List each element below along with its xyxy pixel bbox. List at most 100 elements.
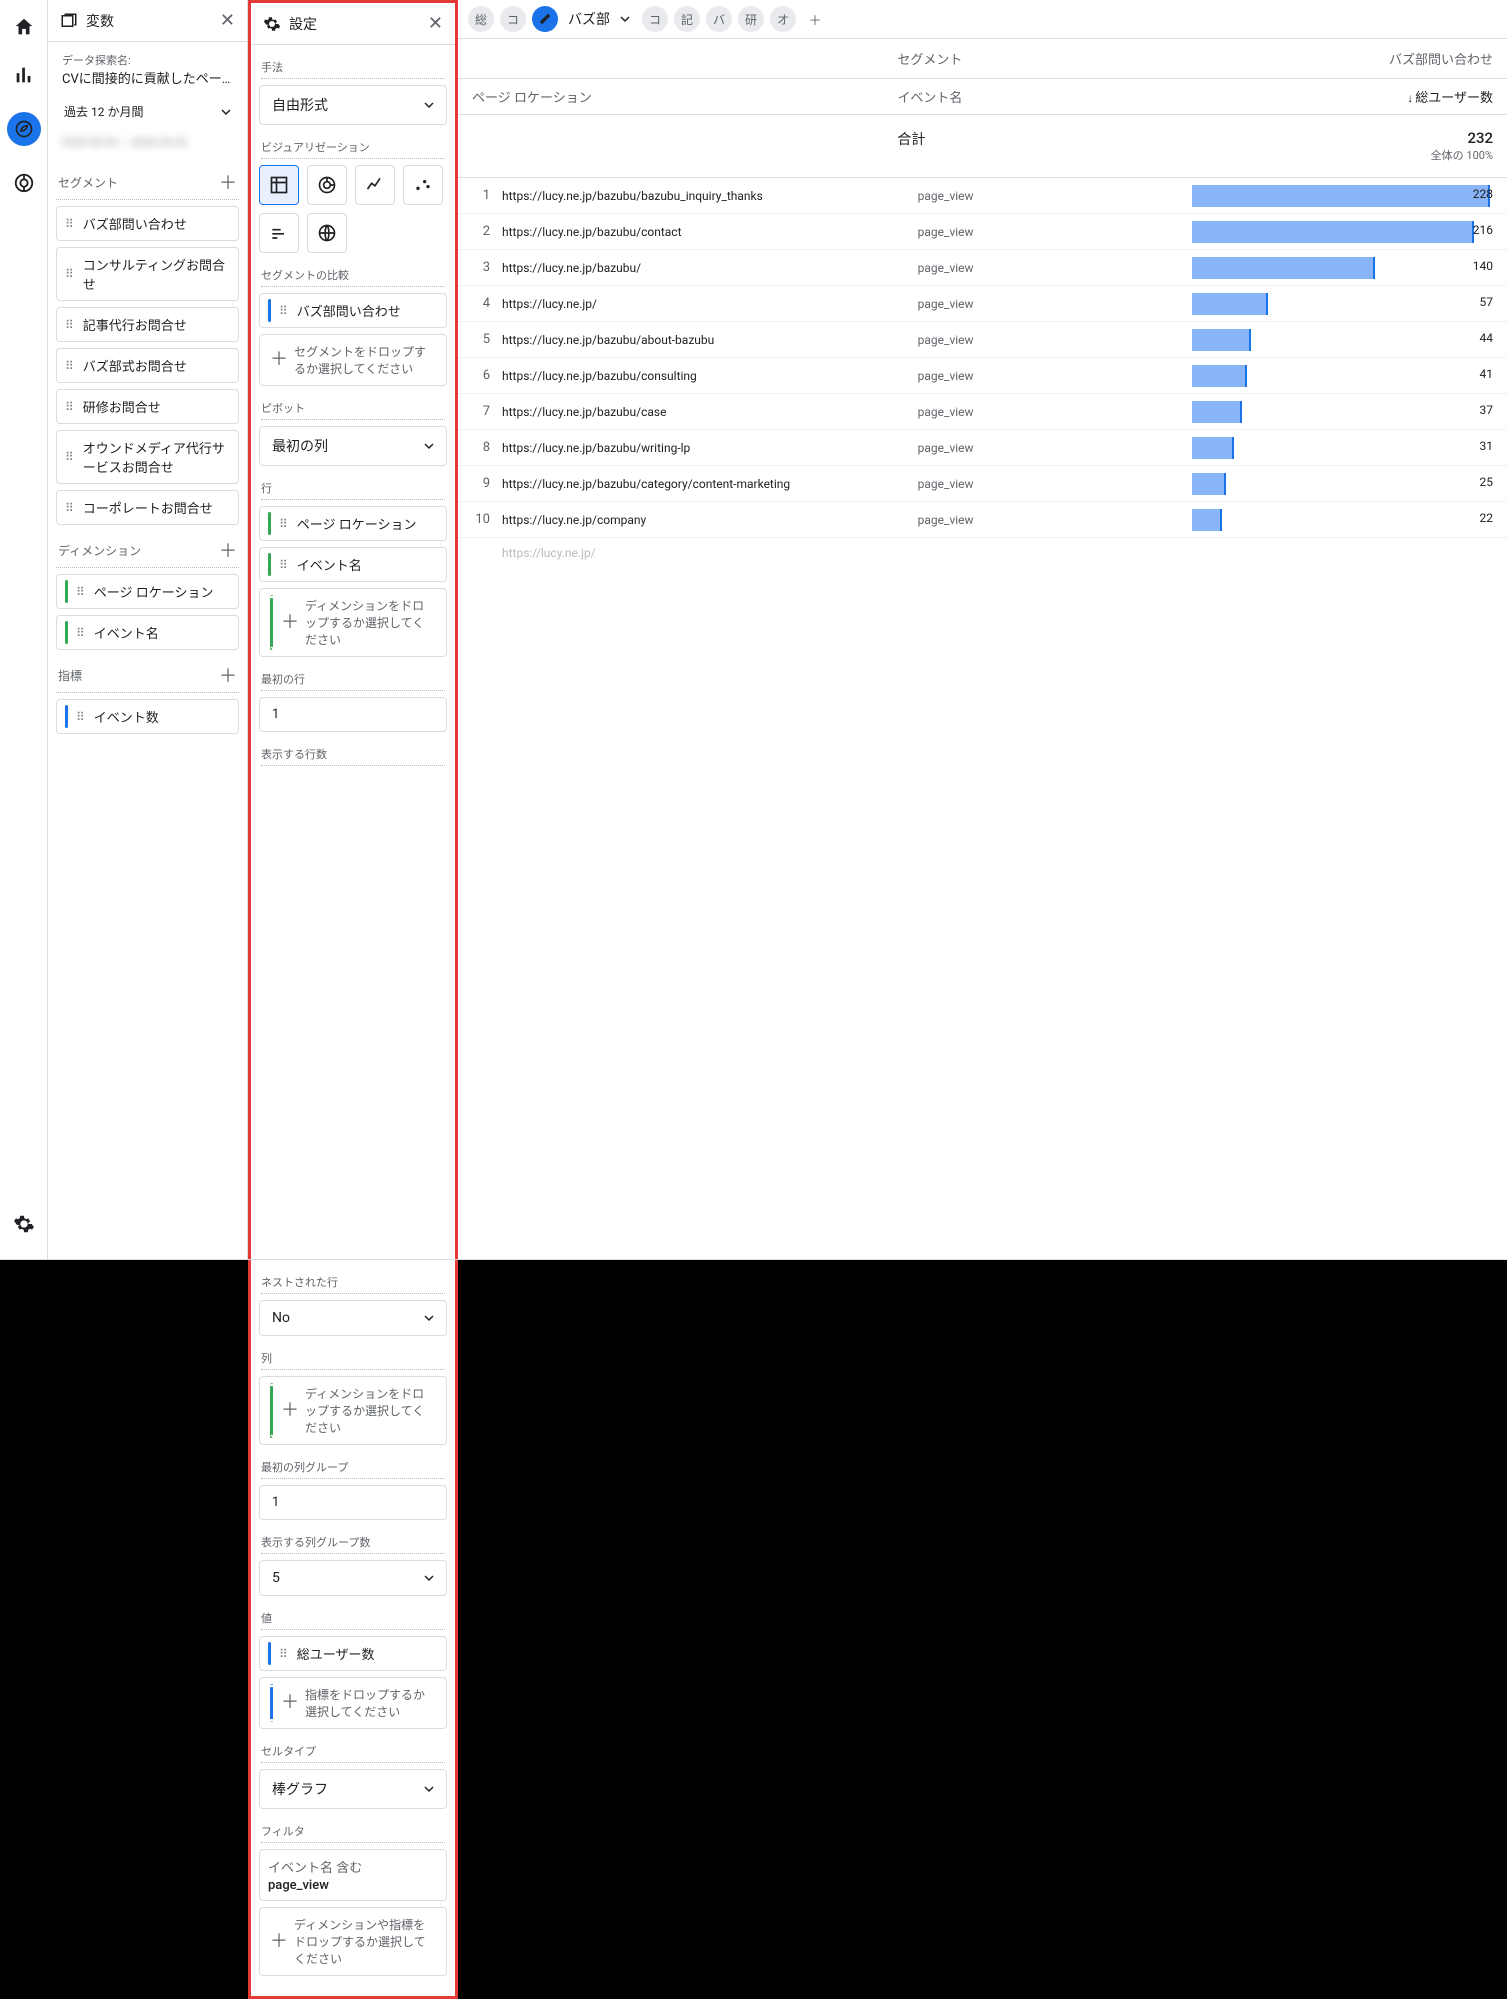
segment-label: 研修お問合せ [83, 397, 161, 416]
values-chip[interactable]: ⠿ 総ユーザー数 [259, 1636, 447, 1671]
rows-drop-zone[interactable]: ＋ ディメンションをドロップするか選択してください [259, 588, 447, 657]
tab-circle[interactable]: 研 [738, 6, 764, 32]
row-location: https://lucy.ne.jp/bazubu/writing-lp [490, 433, 906, 463]
celltype-select[interactable]: 棒グラフ [259, 1769, 447, 1809]
tab-circle[interactable] [532, 6, 558, 32]
drag-icon: ⠿ [279, 1647, 289, 1661]
row-index: 5 [458, 322, 490, 357]
dimension-chip[interactable]: ⠿ページ ロケーション [56, 574, 239, 609]
viz-bar-icon[interactable] [259, 213, 299, 253]
close-icon[interactable]: ✕ [220, 10, 235, 31]
tab-circle[interactable]: コ [642, 6, 668, 32]
layers-icon [60, 12, 78, 30]
viz-geo-icon[interactable] [307, 213, 347, 253]
add-metric-icon[interactable]: ＋ [219, 662, 237, 688]
viz-scatter-icon[interactable] [403, 165, 443, 205]
dimension-label: ページ ロケーション [94, 582, 214, 601]
tab-circle[interactable]: コ [500, 6, 526, 32]
segment-chip[interactable]: ⠿コーポレートお問合せ [56, 490, 239, 525]
table-row[interactable]: 4 https://lucy.ne.jp/ page_view 57 [458, 286, 1507, 322]
table-row[interactable]: 7 https://lucy.ne.jp/bazubu/case page_vi… [458, 394, 1507, 430]
col-event[interactable]: イベント名 [883, 79, 1195, 114]
segment-label: バズ部式お問合せ [83, 356, 187, 375]
row-event: page_view [906, 505, 1186, 535]
segment-drop-zone[interactable]: ＋ セグメントをドロップするか選択してください [259, 334, 447, 386]
plus-icon: ＋ [270, 1933, 286, 1951]
drag-icon: ⠿ [279, 558, 289, 572]
table-row[interactable]: 2 https://lucy.ne.jp/bazubu/contact page… [458, 214, 1507, 250]
row-index: 10 [458, 502, 490, 537]
tab-circle[interactable]: 記 [674, 6, 700, 32]
segment-chip[interactable]: ⠿コンサルティングお問合せ [56, 247, 239, 301]
row-value: 41 [1480, 367, 1494, 381]
drag-icon: ⠿ [65, 217, 75, 231]
plus-icon: ＋ [281, 1402, 297, 1420]
filter-label: フィルタ [261, 1823, 445, 1843]
settings-panel: 設定 ✕ 手法 自由形式 ビジュアリゼーション セグメントの比較 ⠿ [248, 0, 458, 1259]
tab-circle[interactable]: バ [706, 6, 732, 32]
reports-icon[interactable] [13, 64, 35, 86]
tab-circle[interactable]: 総 [468, 6, 494, 32]
exploration-name[interactable]: CVに間接的に貢献したペー… [62, 68, 233, 87]
table-row[interactable]: 5 https://lucy.ne.jp/bazubu/about-bazubu… [458, 322, 1507, 358]
table-row[interactable]: 10 https://lucy.ne.jp/company page_view … [458, 502, 1507, 538]
values-drop-zone[interactable]: ＋ 指標をドロップするか選択してください [259, 1677, 447, 1729]
segment-header: セグメント [883, 39, 1195, 78]
add-tab-button[interactable]: ＋ [802, 6, 828, 32]
segment-chip[interactable]: ⠿記事代行お問合せ [56, 307, 239, 342]
admin-icon[interactable] [13, 1213, 35, 1235]
row-location: https://lucy.ne.jp/bazubu/contact [490, 217, 906, 247]
table-row[interactable]: 8 https://lucy.ne.jp/bazubu/writing-lp p… [458, 430, 1507, 466]
tab-circle[interactable]: オ [770, 6, 796, 32]
col-groups-shown-select[interactable]: 5 [259, 1560, 447, 1596]
cols-drop-zone[interactable]: ＋ ディメンションをドロップするか選択してください [259, 1376, 447, 1445]
advertising-icon[interactable] [13, 172, 35, 194]
segment-chip[interactable]: ⠿研修お問合せ [56, 389, 239, 424]
metric-chip[interactable]: ⠿イベント数 [56, 699, 239, 734]
plus-icon: ＋ [281, 1694, 297, 1712]
viz-line-icon[interactable] [355, 165, 395, 205]
plus-icon: ＋ [281, 614, 297, 632]
table-row[interactable]: 1 https://lucy.ne.jp/bazubu/bazubu_inqui… [458, 178, 1507, 214]
filter-drop-zone[interactable]: ＋ ディメンションや指標をドロップするか選択してください [259, 1907, 447, 1976]
col-metric[interactable]: ↓総ユーザー数 [1195, 79, 1507, 114]
viz-table-icon[interactable] [259, 165, 299, 205]
total-label: 合計 [897, 132, 925, 148]
segment-compare-chip[interactable]: ⠿ バズ部問い合わせ [259, 293, 447, 328]
pivot-select[interactable]: 最初の列 [259, 426, 447, 466]
table-row[interactable]: 3 https://lucy.ne.jp/bazubu/ page_view 1… [458, 250, 1507, 286]
nested-rows-select[interactable]: No [259, 1300, 447, 1336]
drag-icon: ⠿ [76, 626, 86, 640]
dimension-chip[interactable]: ⠿イベント名 [56, 615, 239, 650]
table-row[interactable]: 6 https://lucy.ne.jp/bazubu/consulting p… [458, 358, 1507, 394]
sort-desc-icon: ↓ [1407, 91, 1413, 105]
row-value: 140 [1473, 259, 1493, 273]
segment-chip[interactable]: ⠿バズ部問い合わせ [56, 206, 239, 241]
add-segment-icon[interactable]: ＋ [219, 169, 237, 195]
table-row[interactable]: 9 https://lucy.ne.jp/bazubu/category/con… [458, 466, 1507, 502]
active-tab-label[interactable]: バズ部 [568, 9, 610, 29]
home-icon[interactable] [13, 16, 35, 38]
main-canvas: 総コ バズ部 コ記バ研オ ＋ セグメント バズ部問い合わせ ページ ロケーション… [458, 0, 1507, 1259]
explore-icon[interactable] [7, 112, 41, 146]
first-col-group-input[interactable]: 1 [259, 1485, 447, 1520]
close-icon[interactable]: ✕ [428, 13, 443, 34]
col-location[interactable]: ページ ロケーション [458, 79, 883, 114]
date-range-picker[interactable]: 過去 12 か月間 [56, 97, 239, 126]
row-chip[interactable]: ⠿ページ ロケーション [259, 506, 447, 541]
row-value: 31 [1480, 439, 1494, 453]
row-value: 57 [1480, 295, 1494, 309]
technique-label: 手法 [261, 59, 445, 79]
row-location: https://lucy.ne.jp/bazubu/case [490, 397, 906, 427]
technique-select[interactable]: 自由形式 [259, 85, 447, 125]
segment-chip[interactable]: ⠿バズ部式お問合せ [56, 348, 239, 383]
gear-icon [263, 15, 281, 33]
segment-chip[interactable]: ⠿オウンドメディア代行サービスお問合せ [56, 430, 239, 484]
chevron-down-icon[interactable] [620, 14, 630, 24]
viz-donut-icon[interactable] [307, 165, 347, 205]
first-row-input[interactable]: 1 [259, 697, 447, 732]
add-dimension-icon[interactable]: ＋ [219, 537, 237, 563]
first-row-value: 1 [272, 707, 279, 722]
row-chip[interactable]: ⠿イベント名 [259, 547, 447, 582]
filter-chip[interactable]: イベント名 含む page_view [259, 1849, 447, 1901]
